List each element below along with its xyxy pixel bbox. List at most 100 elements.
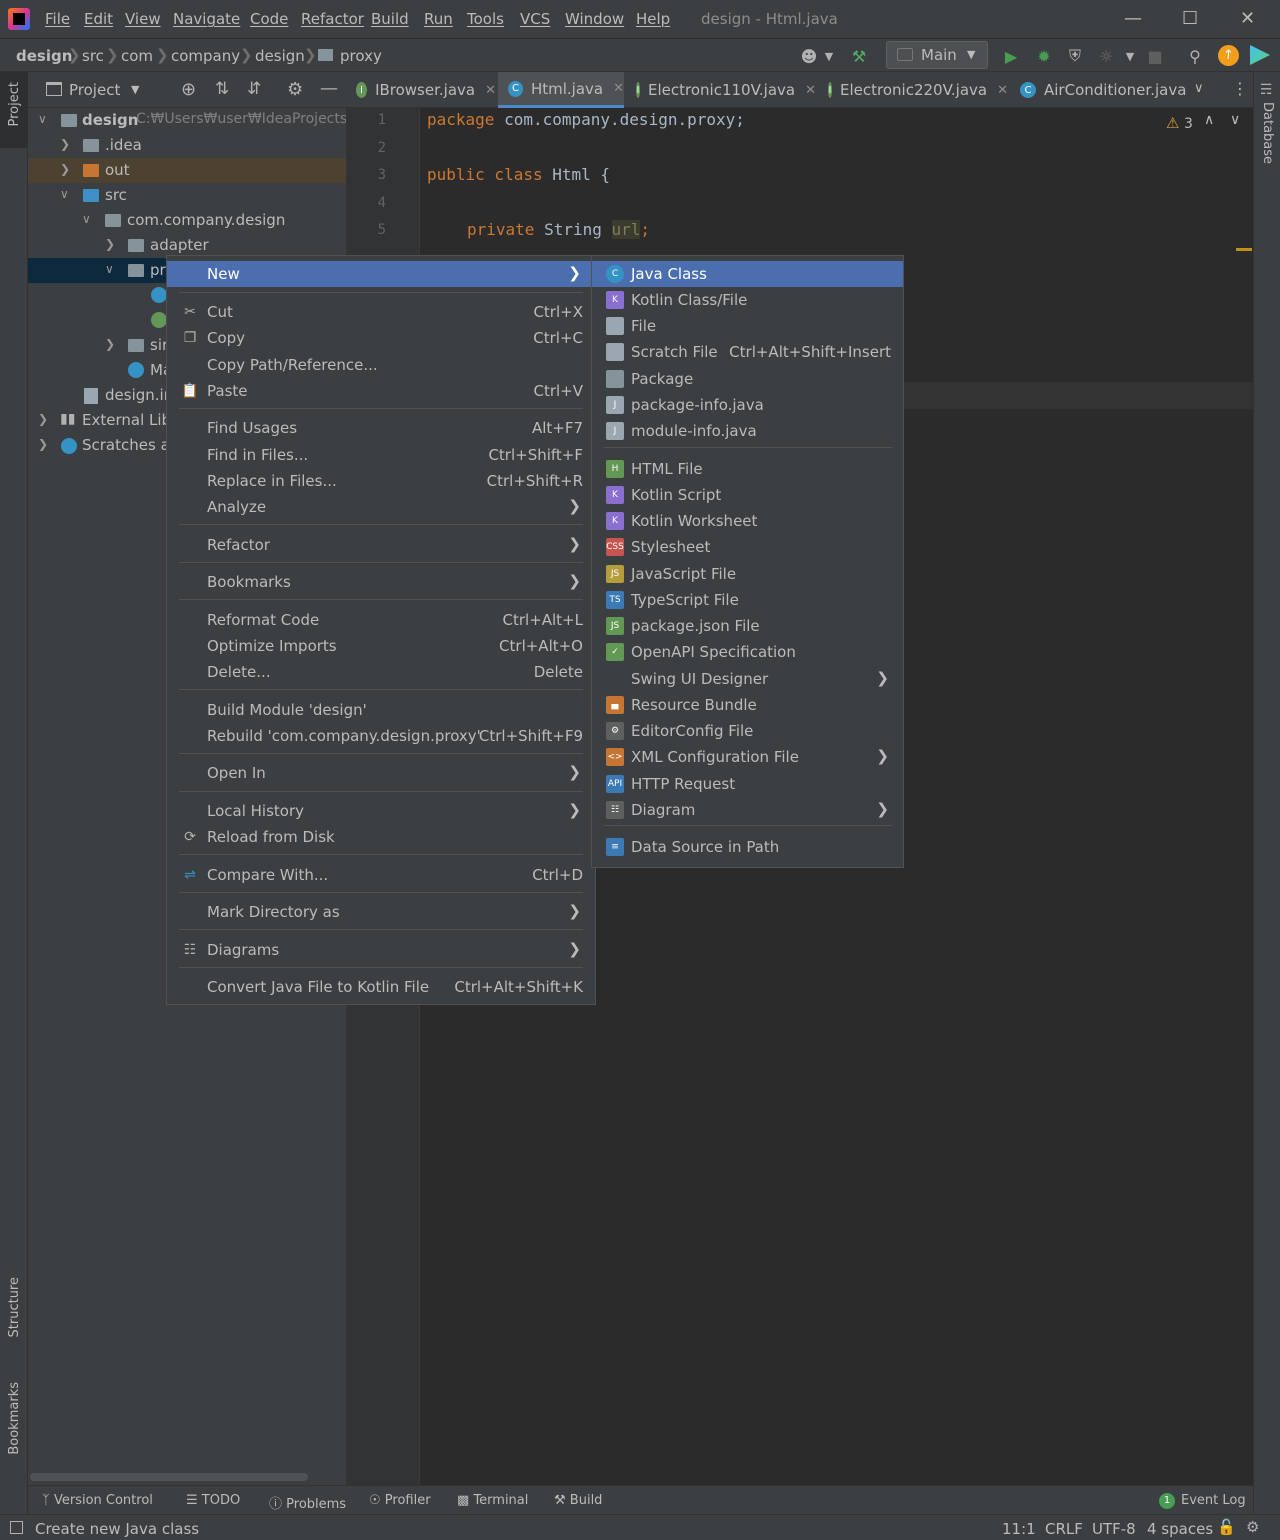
chevron-right-icon[interactable]: ❯ (105, 237, 115, 251)
menu-run[interactable]: Run (424, 10, 453, 28)
menu-item-reformat-code[interactable]: Reformat Code Ctrl+Alt+L (167, 607, 595, 633)
breadcrumb-proxy[interactable]: proxy (340, 47, 382, 65)
menu-item-local-history[interactable]: Local History ❯ (167, 798, 595, 824)
build-hammer-icon[interactable]: ⚒ (848, 45, 870, 67)
menu-item-copy-path[interactable]: Copy Path/Reference... (167, 352, 595, 378)
new-item-resource-bundle[interactable]: ▄ Resource Bundle (592, 692, 903, 718)
warning-icon[interactable]: ⚠ (1166, 114, 1179, 132)
menu-navigate[interactable]: Navigate (173, 10, 240, 28)
stop-icon[interactable]: ■ (1144, 45, 1166, 67)
new-item-typescript-file[interactable]: TS TypeScript File (592, 587, 903, 613)
user-account-icon[interactable]: ☻ (798, 45, 820, 67)
new-item-package[interactable]: Package (592, 366, 903, 392)
build-tool[interactable]: ⚒ Build (554, 1493, 602, 1508)
run-configuration-select[interactable]: Main ▼ (886, 41, 988, 69)
new-item-xml-configuration-file[interactable]: <> XML Configuration File ❯ (592, 744, 903, 770)
coverage-shield-icon[interactable]: ⛨ (1064, 45, 1086, 67)
new-item-module-info-java[interactable]: Jmodule-info.java (592, 418, 903, 444)
collapse-all-icon[interactable]: ⇵ (247, 79, 261, 99)
new-item-java-class[interactable]: C Java Class (592, 261, 903, 287)
menu-build[interactable]: Build (371, 10, 409, 28)
new-item-diagram[interactable]: ☷ Diagram ❯ (592, 797, 903, 823)
next-highlight-icon[interactable]: ∨ (1230, 112, 1240, 128)
run-icon[interactable]: ▶ (1000, 45, 1022, 67)
menu-item-analyze[interactable]: Analyze ❯ (167, 494, 595, 520)
chevron-right-icon[interactable]: ❯ (60, 162, 70, 176)
version-control-tool[interactable]: ᛉ Version Control (42, 1493, 153, 1508)
close-tab-icon[interactable]: ✕ (997, 83, 1008, 98)
code-with-me-icon[interactable] (1250, 45, 1270, 65)
new-item-openapi-specification[interactable]: ✓ OpenAPI Specification (592, 639, 903, 665)
menu-vcs[interactable]: VCS (520, 10, 550, 28)
chevron-down-icon[interactable]: ∨ (105, 262, 114, 276)
new-item-package-info-java[interactable]: Jpackage-info.java (592, 392, 903, 418)
close-window-button[interactable]: ✕ (1240, 8, 1255, 29)
file-encoding[interactable]: UTF-8 (1092, 1520, 1136, 1538)
menu-item-find-usages[interactable]: Find Usages Alt+F7 (167, 415, 595, 441)
menu-item-delete[interactable]: Delete... Delete (167, 659, 595, 685)
profile-icon[interactable]: ☼ (1095, 45, 1117, 67)
database-tool-label[interactable]: Database (1260, 102, 1275, 164)
chevron-right-icon[interactable]: ❯ (105, 337, 115, 351)
tab-electronic110v[interactable]: I Electronic110V.java ✕ (626, 72, 816, 108)
new-item-scratch-file[interactable]: Scratch File Ctrl+Alt+Shift+Insert (592, 339, 903, 365)
new-item-javascript-file[interactable]: JS JavaScript File (592, 561, 903, 587)
new-item-http-request[interactable]: API HTTP Request (592, 771, 903, 797)
menu-item-bookmarks[interactable]: Bookmarks ❯ (167, 569, 595, 595)
menu-item-diagrams[interactable]: ☷ Diagrams ❯ (167, 937, 595, 963)
tree-item-com-company-design[interactable]: ∨ com.company.design (28, 208, 346, 233)
new-item-kotlin-worksheet[interactable]: K Kotlin Worksheet (592, 508, 903, 534)
chevron-right-icon[interactable]: ❯ (38, 412, 48, 426)
menu-item-new[interactable]: New ❯ (167, 261, 595, 287)
debug-bug-icon[interactable]: ✹ (1033, 45, 1055, 67)
problems-tool[interactable]: ⓘ Problems (269, 1493, 346, 1512)
menu-edit[interactable]: Edit (84, 10, 113, 28)
chevron-down-icon[interactable]: ∨ (82, 212, 91, 226)
menu-item-find-in-files[interactable]: Find in Files... Ctrl+Shift+F (167, 442, 595, 468)
menu-item-convert-to-kotlin[interactable]: Convert Java File to Kotlin File Ctrl+Al… (167, 974, 595, 1000)
minimize-button[interactable]: — (1124, 8, 1142, 29)
chevron-down-icon[interactable]: ▼ (818, 45, 840, 67)
warning-count[interactable]: 3 (1184, 116, 1193, 132)
horizontal-scrollbar[interactable] (30, 1473, 308, 1481)
new-item-stylesheet[interactable]: CSS Stylesheet (592, 534, 903, 560)
new-item-editorconfig-file[interactable]: ⚙ EditorConfig File (592, 718, 903, 744)
breadcrumb-com[interactable]: com (121, 47, 153, 65)
menu-help[interactable]: Help (636, 10, 670, 28)
event-log-tool[interactable]: Event Log (1181, 1493, 1246, 1508)
new-item-kotlin-script[interactable]: K Kotlin Script (592, 482, 903, 508)
project-panel-title[interactable]: Project (69, 81, 120, 99)
new-item-swing-ui-designer[interactable]: Swing UI Designer ❯ (592, 666, 903, 692)
tree-item-design[interactable]: ∨ design C:₩Users₩user₩IdeaProjects₩d (28, 108, 370, 133)
more-icon[interactable]: ⋮ (1232, 79, 1248, 98)
tool-windows-icon[interactable] (10, 1521, 23, 1534)
menu-item-mark-directory[interactable]: Mark Directory as ❯ (167, 899, 595, 925)
menu-tools[interactable]: Tools (467, 10, 504, 28)
project-tool-button[interactable]: Project (0, 72, 28, 148)
tree-item-idea[interactable]: ❯ .idea (28, 133, 346, 158)
menu-code[interactable]: Code (250, 10, 288, 28)
new-item-kotlin-class-file[interactable]: K Kotlin Class/File (592, 287, 903, 313)
chevron-down-icon[interactable]: ∨ (38, 112, 47, 126)
locate-icon[interactable]: ⊕ (181, 79, 196, 100)
menu-item-replace-in-files[interactable]: Replace in Files... Ctrl+Shift+R (167, 468, 595, 494)
breadcrumb-design-pkg[interactable]: design (255, 47, 305, 65)
tab-electronic220v[interactable]: I Electronic220V.java ✕ (818, 72, 1008, 108)
breadcrumb-src[interactable]: src (82, 47, 104, 65)
warning-stripe-marker[interactable] (1236, 248, 1252, 251)
menu-item-copy[interactable]: ❐ Copy Ctrl+C (167, 325, 595, 351)
hide-panel-icon[interactable]: — (320, 78, 338, 99)
new-item-package-json-file[interactable]: JS package.json File (592, 613, 903, 639)
todo-tool[interactable]: ☰ TODO (186, 1493, 240, 1508)
menu-item-optimize-imports[interactable]: Optimize Imports Ctrl+Alt+O (167, 633, 595, 659)
menu-view[interactable]: View (125, 10, 161, 28)
inspector-icon[interactable]: ⚙ (1246, 1518, 1259, 1536)
chevron-down-icon[interactable]: ∨ (1194, 81, 1204, 96)
menu-refactor[interactable]: Refactor (301, 10, 364, 28)
indent-setting[interactable]: 4 spaces (1147, 1520, 1213, 1538)
menu-item-rebuild[interactable]: Rebuild 'com.company.design.proxy' Ctrl+… (167, 723, 595, 749)
update-icon[interactable]: ↑ (1218, 45, 1239, 66)
menu-item-build-module[interactable]: Build Module 'design' (167, 697, 595, 723)
chevron-down-icon[interactable]: ▼ (1119, 45, 1141, 67)
tab-ibrowser[interactable]: I IBrowser.java ✕ (346, 72, 496, 108)
